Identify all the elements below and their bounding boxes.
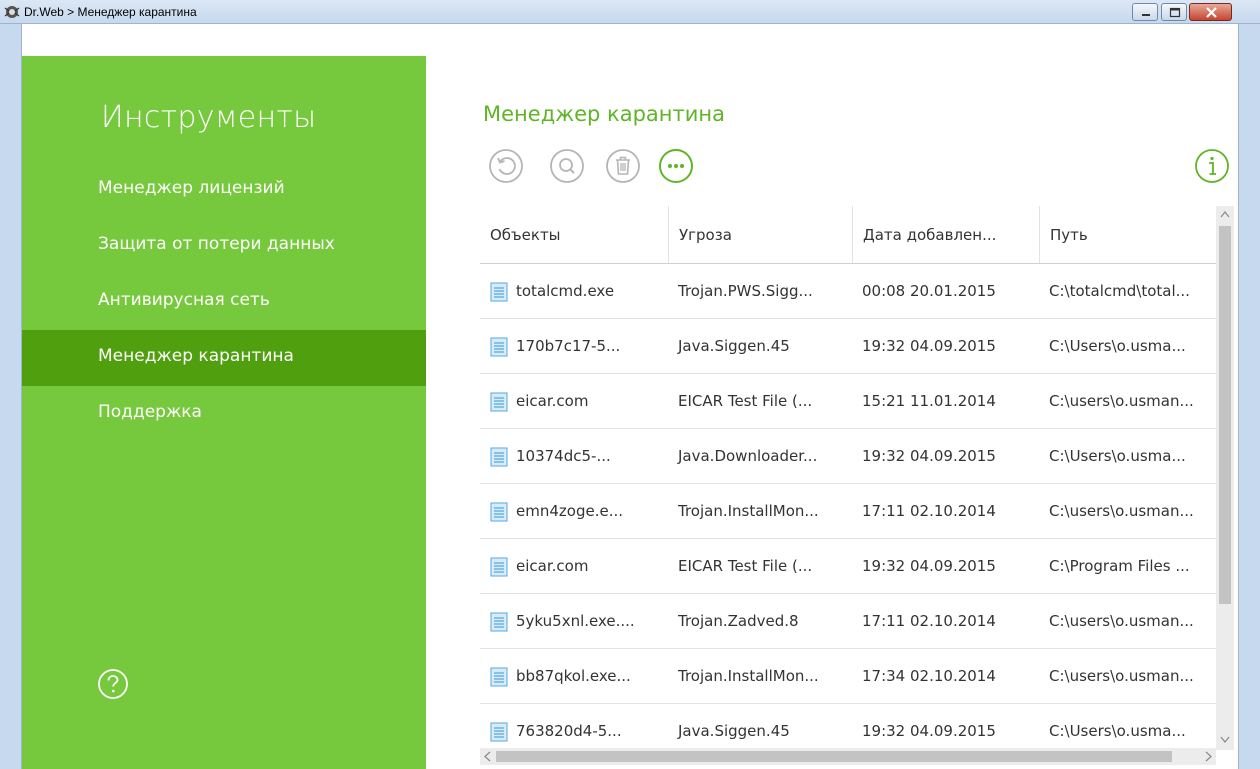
file-path: C:\Program Files ... (1049, 557, 1190, 575)
file-path: C:\users\o.usman... (1049, 667, 1194, 685)
file-path: C:\users\o.usman... (1049, 502, 1194, 520)
threat-name: Java.Siggen.45 (678, 722, 790, 740)
scroll-right-arrow-icon[interactable] (1205, 751, 1213, 762)
column-header-path[interactable]: Путь (1039, 206, 1218, 263)
sidebar-item-label: Защита от потери данных (98, 234, 335, 254)
close-button[interactable] (1189, 3, 1232, 21)
column-header-date-added[interactable]: Дата добавлен... (852, 206, 1039, 263)
object-name: eicar.com (516, 557, 589, 575)
object-name: 763820d4-5... (516, 722, 622, 740)
restore-icon[interactable] (488, 148, 524, 184)
info-icon[interactable] (1194, 148, 1230, 184)
column-header-objects[interactable]: Объекты (480, 206, 668, 263)
sidebar-item-support[interactable]: Поддержка (22, 386, 426, 442)
threat-name: Trojan.InstallMon... (678, 667, 819, 685)
object-name: totalcmd.exe (516, 282, 615, 300)
sidebar-item-quarantine-manager[interactable]: Менеджер карантина (22, 330, 426, 386)
sidebar-nav: Менеджер лицензий Защита от потери данны… (22, 162, 426, 442)
object-name: emn4zoge.e... (516, 502, 623, 520)
file-icon (490, 722, 508, 742)
scroll-left-arrow-icon[interactable] (483, 751, 491, 762)
more-icon[interactable] (658, 148, 694, 184)
table-row[interactable]: bb87qkol.exe... Trojan.InstallMon... 17:… (480, 649, 1218, 704)
table-row[interactable]: totalcmd.exe Trojan.PWS.Sigg... 00:08 20… (480, 264, 1218, 319)
date-added: 19:32 04.09.2015 (862, 447, 996, 465)
file-path: C:\Users\o.usma... (1049, 722, 1186, 740)
file-icon (490, 337, 508, 357)
table-row[interactable]: 10374dc5-... Java.Downloader... 19:32 04… (480, 429, 1218, 484)
table-row[interactable]: 5yku5xnl.exe.... Trojan.Zadved.8 17:11 0… (480, 594, 1218, 649)
horizontal-scrollbar[interactable] (480, 748, 1216, 765)
date-added: 15:21 11.01.2014 (862, 392, 996, 410)
table-row[interactable]: eicar.com EICAR Test File (... 15:21 11.… (480, 374, 1218, 429)
sidebar-title: Инструменты (101, 100, 317, 135)
table-row[interactable]: emn4zoge.e... Trojan.InstallMon... 17:11… (480, 484, 1218, 539)
threat-name: Java.Downloader... (678, 447, 818, 465)
date-added: 19:32 04.09.2015 (862, 722, 996, 740)
file-icon (490, 557, 508, 577)
sidebar: Инструменты Менеджер лицензий Защита от … (22, 56, 426, 769)
object-name: eicar.com (516, 392, 589, 410)
date-added: 00:08 20.01.2015 (862, 282, 996, 300)
sidebar-item-label: Поддержка (98, 402, 202, 422)
search-icon[interactable] (549, 148, 585, 184)
page-title: Менеджер карантина (483, 102, 726, 126)
file-icon (490, 392, 508, 412)
sidebar-item-data-loss-protection[interactable]: Защита от потери данных (22, 218, 426, 274)
date-added: 17:34 02.10.2014 (862, 667, 996, 685)
table-header: Объекты Угроза Дата добавлен... Путь (480, 206, 1218, 264)
window-title: Dr.Web > Менеджер карантина (24, 5, 197, 19)
file-path: C:\Users\o.usma... (1049, 447, 1186, 465)
window-frame-right (1238, 24, 1260, 769)
threat-name: Trojan.PWS.Sigg... (678, 282, 813, 300)
date-added: 19:32 04.09.2015 (862, 337, 996, 355)
quarantine-table: Объекты Угроза Дата добавлен... Путь tot… (480, 206, 1218, 744)
threat-name: Java.Siggen.45 (678, 337, 790, 355)
window-frame-left (0, 24, 22, 769)
object-name: 5yku5xnl.exe.... (516, 612, 635, 630)
table-row[interactable]: 763820d4-5... Java.Siggen.45 19:32 04.09… (480, 704, 1218, 744)
sidebar-item-license-manager[interactable]: Менеджер лицензий (22, 162, 426, 218)
file-path: C:\Users\o.usma... (1049, 337, 1186, 355)
minimize-button[interactable] (1132, 3, 1158, 21)
table-row[interactable]: 170b7c17-5... Java.Siggen.45 19:32 04.09… (480, 319, 1218, 374)
drweb-spider-icon (4, 6, 20, 18)
maximize-button[interactable] (1161, 3, 1187, 21)
threat-name: EICAR Test File (... (678, 392, 813, 410)
horizontal-scroll-thumb[interactable] (496, 751, 1172, 762)
sidebar-item-label: Менеджер карантина (98, 346, 294, 366)
date-added: 19:32 04.09.2015 (862, 557, 996, 575)
date-added: 17:11 02.10.2014 (862, 612, 996, 630)
sidebar-item-label: Антивирусная сеть (98, 290, 270, 310)
question-circle-icon[interactable] (97, 668, 129, 700)
file-path: C:\users\o.usman... (1049, 392, 1194, 410)
file-path: C:\totalcmd\total... (1049, 282, 1190, 300)
title-bar: Dr.Web > Менеджер карантина (0, 0, 1260, 24)
object-name: 170b7c17-5... (516, 337, 621, 355)
trash-icon[interactable] (605, 148, 641, 184)
file-icon (490, 612, 508, 632)
vertical-scrollbar[interactable] (1216, 206, 1234, 750)
object-name: bb87qkol.exe... (516, 667, 631, 685)
sidebar-item-antivirus-network[interactable]: Антивирусная сеть (22, 274, 426, 330)
table-row[interactable]: eicar.com EICAR Test File (... 19:32 04.… (480, 539, 1218, 594)
sidebar-item-label: Менеджер лицензий (98, 178, 285, 198)
file-path: C:\users\o.usman... (1049, 612, 1194, 630)
vertical-scroll-thumb[interactable] (1219, 226, 1231, 604)
scroll-down-arrow-icon[interactable] (1220, 736, 1230, 744)
file-icon (490, 282, 508, 302)
main-panel: Менеджер карантина Объекты Угроза Дата д… (426, 56, 1238, 769)
scroll-up-arrow-icon[interactable] (1220, 210, 1230, 218)
file-icon (490, 447, 508, 467)
date-added: 17:11 02.10.2014 (862, 502, 996, 520)
file-icon (490, 502, 508, 522)
object-name: 10374dc5-... (516, 447, 611, 465)
threat-name: EICAR Test File (... (678, 557, 813, 575)
threat-name: Trojan.InstallMon... (678, 502, 819, 520)
file-icon (490, 667, 508, 687)
column-header-threat[interactable]: Угроза (668, 206, 852, 263)
threat-name: Trojan.Zadved.8 (678, 612, 799, 630)
